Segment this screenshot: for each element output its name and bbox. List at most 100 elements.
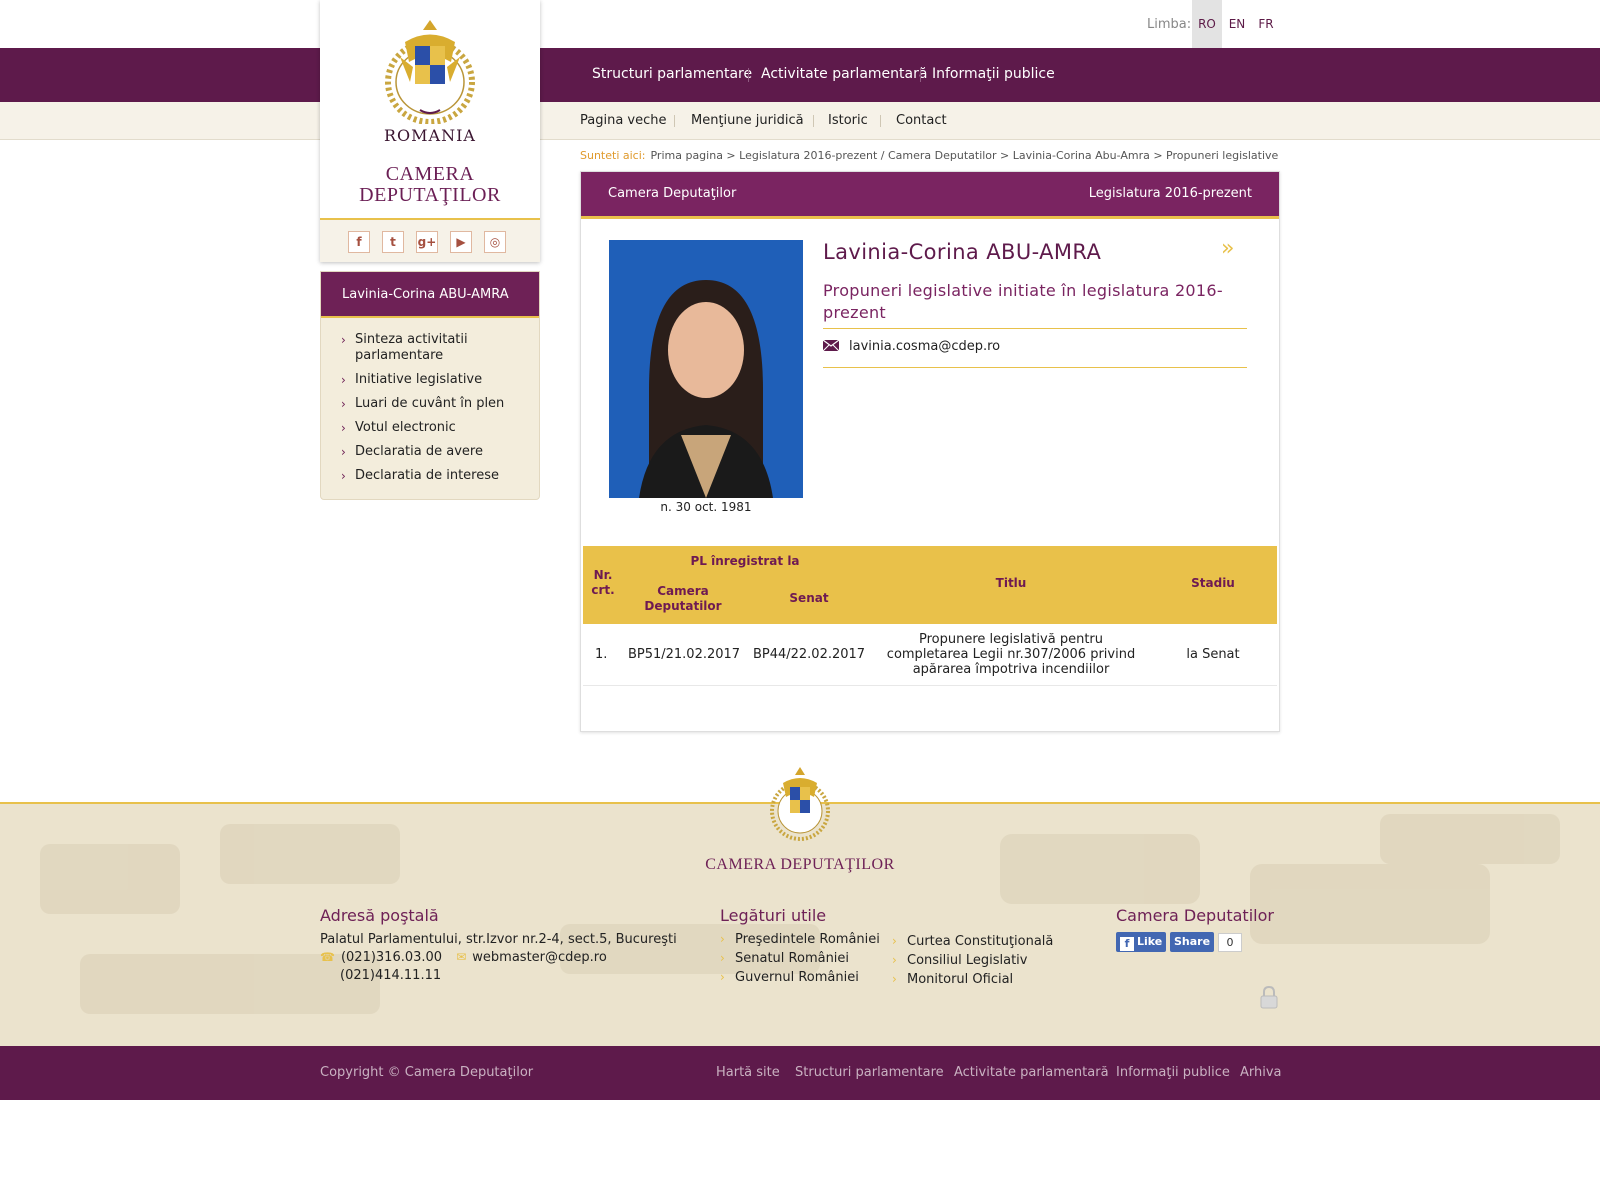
menu-item-label: Declaratia de interese bbox=[355, 468, 500, 483]
language-bar: Limba: RO EN FR bbox=[0, 0, 1600, 48]
subnav-mentiune[interactable]: Menţiune juridică bbox=[691, 113, 804, 128]
profile-menu: Lavinia-Corina ABU-AMRA › Sinteza activit… bbox=[320, 271, 540, 500]
footer-email[interactable]: webmaster@cdep.ro bbox=[472, 950, 607, 965]
lock-icon[interactable] bbox=[1259, 985, 1279, 1009]
nav-separator bbox=[748, 68, 749, 82]
language-label: Limba: bbox=[1147, 17, 1192, 32]
bottom-link-structuri[interactable]: Structuri parlamentare bbox=[795, 1065, 944, 1080]
main-nav: Structuri parlamentare Activitate parlam… bbox=[0, 48, 1600, 102]
col-nr-crt: Nr. crt. bbox=[591, 568, 615, 597]
table-row[interactable]: 1. BP51/21.02.2017 BP44/22.02.2017 Propu… bbox=[583, 624, 1277, 686]
facebook-like-button[interactable]: f Like bbox=[1116, 932, 1166, 952]
profile-menu-title: Lavinia-Corina ABU-AMRA bbox=[321, 272, 539, 318]
footer-address-line: Palatul Parlamentului, str.Izvor nr.2-4,… bbox=[320, 932, 677, 947]
cell-nr: 1. bbox=[595, 647, 608, 662]
subnav-separator bbox=[674, 115, 675, 127]
footer-link-label: Preşedintele României bbox=[735, 932, 880, 947]
cell-cdep[interactable]: BP51/21.02.2017 bbox=[619, 647, 749, 662]
social-row: f t g+ ▶ ◎ bbox=[320, 218, 540, 262]
menu-item-luari-cuvant[interactable]: › Luari de cuvânt în plen bbox=[341, 396, 539, 412]
lang-en[interactable]: EN bbox=[1222, 0, 1252, 48]
chevron-right-icon: › bbox=[892, 934, 897, 948]
footer-phone-row: ☎ (021)316.03.00 ✉ webmaster@cdep.ro bbox=[320, 950, 607, 965]
nav-activitate[interactable]: Activitate parlamentară bbox=[761, 66, 927, 82]
facebook-icon: f bbox=[1120, 937, 1134, 951]
email-link[interactable]: lavinia.cosma@cdep.ro bbox=[849, 339, 1000, 354]
cell-stadiu: la Senat bbox=[1186, 647, 1240, 662]
footer-coat-of-arms-icon bbox=[770, 767, 830, 841]
logo-title-line2: DEPUTAŢILOR bbox=[359, 184, 501, 206]
envelope-icon bbox=[823, 340, 839, 351]
chevron-right-icon: › bbox=[720, 951, 725, 965]
like-label: Like bbox=[1137, 935, 1163, 948]
breadcrumb: Sunteti aici: Prima pagina > Legislatura … bbox=[580, 149, 1278, 162]
table-header: Nr. crt. PL înregistrat la Camera Deputa… bbox=[583, 546, 1277, 624]
instagram-icon[interactable]: ◎ bbox=[484, 231, 506, 253]
col-titlu: Titlu bbox=[995, 576, 1027, 590]
footer-link[interactable]: › Preşedintele României bbox=[720, 932, 880, 947]
footer-link-label: Guvernul României bbox=[735, 970, 859, 985]
subnav-contact[interactable]: Contact bbox=[896, 113, 947, 128]
logo-title: CAMERA DEPUTAŢILOR bbox=[320, 164, 540, 206]
share-count: 0 bbox=[1218, 933, 1242, 952]
panel-subtitle: Propuneri legislative initiate în legisl… bbox=[823, 281, 1223, 322]
email-row[interactable]: lavinia.cosma@cdep.ro bbox=[823, 339, 1000, 354]
nav-informatii[interactable]: Informaţii publice bbox=[932, 66, 1055, 82]
chevron-right-icon: › bbox=[341, 469, 346, 483]
nav-structuri[interactable]: Structuri parlamentare bbox=[592, 66, 752, 82]
mail-icon: ✉ bbox=[456, 950, 467, 964]
bottom-link-arhiva[interactable]: Arhiva bbox=[1240, 1065, 1282, 1080]
footer-link[interactable]: › Senatul României bbox=[720, 951, 849, 966]
subnav-istoric[interactable]: Istoric bbox=[828, 113, 868, 128]
divider bbox=[823, 328, 1247, 329]
lang-fr[interactable]: FR bbox=[1251, 0, 1281, 48]
menu-item-label: Votul electronic bbox=[355, 420, 456, 435]
deputy-photo bbox=[609, 240, 803, 498]
bottom-link-informatii[interactable]: Informaţii publice bbox=[1116, 1065, 1230, 1080]
footer-brand: CAMERA DEPUTAŢILOR bbox=[705, 856, 895, 873]
cell-senat[interactable]: BP44/22.02.2017 bbox=[747, 647, 871, 662]
menu-item-initiative[interactable]: › Initiative legislative bbox=[341, 372, 539, 388]
footer-link-label: Senatul României bbox=[735, 951, 850, 966]
facebook-share-button[interactable]: Share bbox=[1170, 932, 1214, 952]
footer-link-label: Curtea Constituţională bbox=[907, 934, 1054, 949]
subnav-separator bbox=[813, 115, 814, 127]
menu-item-avere[interactable]: › Declaratia de avere bbox=[341, 444, 539, 460]
chevron-right-icon: › bbox=[720, 932, 725, 946]
double-chevron-icon[interactable]: » bbox=[1221, 236, 1234, 261]
coat-of-arms-icon bbox=[385, 20, 475, 124]
youtube-icon[interactable]: ▶ bbox=[450, 231, 472, 253]
footer-phone1: (021)316.03.00 bbox=[340, 950, 443, 965]
subnav-separator bbox=[880, 115, 881, 127]
birth-date: n. 30 oct. 1981 bbox=[660, 500, 752, 514]
subnav-pagina-veche[interactable]: Pagina veche bbox=[580, 113, 667, 128]
footer-social-title: Camera Deputatilor bbox=[1116, 906, 1274, 925]
chevron-right-icon: › bbox=[892, 972, 897, 986]
logo-card[interactable]: ROMANIA CAMERA DEPUTAŢILOR f t g+ ▶ ◎ bbox=[320, 0, 540, 262]
google-plus-icon[interactable]: g+ bbox=[416, 231, 438, 253]
twitter-icon[interactable]: t bbox=[382, 231, 404, 253]
breadcrumb-path[interactable]: Prima pagina > Legislatura 2016-prezent … bbox=[650, 149, 1278, 162]
footer-link[interactable]: › Monitorul Oficial bbox=[892, 972, 1013, 987]
chevron-right-icon: › bbox=[341, 397, 346, 411]
menu-item-sinteza[interactable]: › Sinteza activitatii parlamentare bbox=[341, 332, 539, 364]
footer-phone2: (021)414.11.11 bbox=[340, 968, 442, 983]
facebook-icon[interactable]: f bbox=[348, 231, 370, 253]
footer-link[interactable]: › Curtea Constituţională bbox=[892, 934, 1053, 949]
col-group-pl: PL înregistrat la bbox=[690, 554, 800, 568]
lang-ro[interactable]: RO bbox=[1192, 0, 1222, 48]
logo-country: ROMANIA bbox=[384, 126, 476, 145]
logo-title-line1: CAMERA bbox=[385, 163, 475, 185]
bottom-link-activitate[interactable]: Activitate parlamentară bbox=[954, 1065, 1109, 1080]
chevron-right-icon: › bbox=[892, 953, 897, 967]
menu-item-votul[interactable]: › Votul electronic bbox=[341, 420, 539, 436]
footer-link[interactable]: › Consiliul Legislativ bbox=[892, 953, 1028, 968]
footer-link[interactable]: › Guvernul României bbox=[720, 970, 859, 985]
menu-item-interese[interactable]: › Declaratia de interese bbox=[341, 468, 539, 484]
bottom-link-harta[interactable]: Hartă site bbox=[716, 1065, 780, 1080]
footer-link-label: Consiliul Legislativ bbox=[907, 953, 1028, 968]
col-stadiu: Stadiu bbox=[1191, 576, 1235, 590]
cell-titlu[interactable]: Propunere legislativă pentru completarea… bbox=[881, 632, 1141, 677]
chevron-right-icon: › bbox=[341, 333, 346, 347]
chevron-right-icon: › bbox=[341, 445, 346, 459]
